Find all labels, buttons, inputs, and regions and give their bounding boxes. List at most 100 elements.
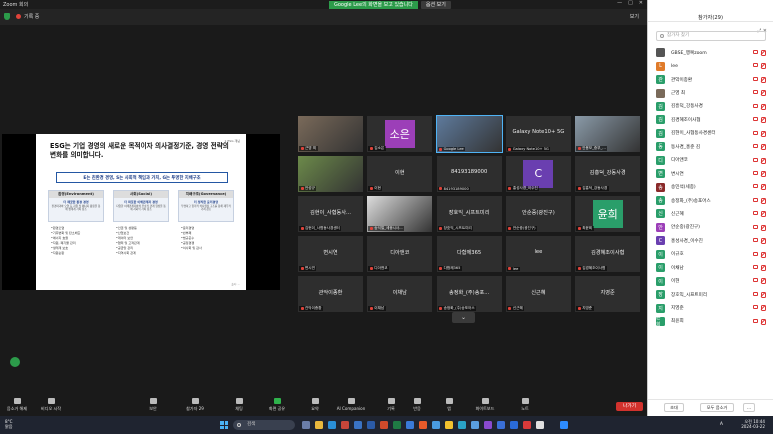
video-tile[interactable]: Galaxy Note10+ 5G Galaxy Note10+ 5G <box>505 116 571 152</box>
app-icon[interactable] <box>458 421 466 429</box>
participant-search-input[interactable]: 참가자 찾기 <box>656 31 766 41</box>
participant-row[interactable]: 관 관악이종환 <box>648 73 773 86</box>
video-tile[interactable]: C 홍성사경_이수진 <box>505 155 571 192</box>
app-icon[interactable] <box>484 421 492 429</box>
mic-muted-icon <box>508 226 512 230</box>
video-tile[interactable]: 안순중(광진구) 안순중(광진구) <box>505 195 571 232</box>
powerpoint-icon[interactable] <box>380 421 388 429</box>
app-icon[interactable] <box>523 421 531 429</box>
video-tile[interactable]: 장호익_시프트미리 장호익_시프트미리 <box>436 195 502 232</box>
participant-row[interactable]: 디 디아앤코 <box>648 154 773 167</box>
video-tile[interactable]: 김흥덕_강동사경 김흥덕_강동사경 <box>575 155 641 192</box>
weather-widget[interactable]: 8°C 맑음 <box>5 419 13 429</box>
participant-row[interactable]: 김 김경혜조이사협 <box>648 113 773 126</box>
app-icon[interactable] <box>536 421 544 429</box>
input-language[interactable]: A <box>720 422 723 427</box>
invite-button[interactable]: 초대 <box>664 403 684 412</box>
summary-button[interactable]: 요약 <box>298 398 332 412</box>
video-tile[interactable]: 관악이종환 관악이종환 <box>298 275 363 312</box>
chat-button[interactable]: 채팅 <box>222 398 256 412</box>
store-icon[interactable] <box>354 421 362 429</box>
video-button[interactable]: 비디오 시작 <box>34 398 68 412</box>
video-tile[interactable]: 디아앤코 디아앤코 <box>367 235 433 272</box>
participant-row[interactable]: 근영 최 <box>648 86 773 99</box>
reaction-button[interactable]: 반응 <box>400 398 434 412</box>
toolbar-label: 화이트보드 <box>475 406 495 411</box>
ai-button[interactable]: AI Companion <box>334 398 368 411</box>
grid-scroll-down-button[interactable]: ⌄ <box>452 312 475 323</box>
encryption-shield-icon[interactable] <box>4 13 10 20</box>
view-options-button[interactable]: 옵션 보기 <box>420 0 451 9</box>
participant-row[interactable]: Llee <box>648 59 773 72</box>
video-tile[interactable]: lee lee <box>505 235 571 272</box>
video-tile[interactable]: 신근혜 신근혜 <box>505 275 571 312</box>
taskbar-clock[interactable]: 오전 10:44 2024-03-22 <box>741 419 765 429</box>
shield-button[interactable]: 보안 <box>136 398 170 412</box>
apps-button[interactable]: 앱 <box>432 398 466 412</box>
video-tile[interactable]: 변시연 변시연 <box>298 235 363 272</box>
edge-icon[interactable] <box>328 421 336 429</box>
word-icon[interactable] <box>367 421 375 429</box>
windows-start-icon[interactable] <box>220 421 228 429</box>
participant-row[interactable]: C 홍성사경_이수진 <box>648 234 773 247</box>
maximize-icon[interactable]: □ <box>628 0 633 6</box>
video-tile[interactable]: 송석철_세종시사... <box>367 195 433 232</box>
participant-row[interactable]: 송 송정화_(주)송포어스 <box>648 194 773 207</box>
view-button[interactable]: 보기 <box>630 13 639 20</box>
participant-row[interactable]: 이 이규호 <box>648 248 773 261</box>
participant-row[interactable]: 지 지영준 <box>648 301 773 314</box>
app-icon[interactable] <box>510 421 518 429</box>
participant-row[interactable]: 이 이현 <box>648 274 773 287</box>
app-icon[interactable] <box>432 421 440 429</box>
video-tile[interactable]: 윤희 최윤희 <box>575 195 641 232</box>
video-tile[interactable]: 김현이_사협동사... 김현이_사협동사경센터 <box>298 195 363 232</box>
app-icon[interactable] <box>497 421 505 429</box>
leave-button[interactable]: 나가기 <box>616 402 643 411</box>
participant-row[interactable]: 김 김흥덕_강동사경 <box>648 100 773 113</box>
zoom-icon[interactable] <box>560 421 568 429</box>
video-tile[interactable]: 지영준 지영준 <box>575 275 641 312</box>
video-tile[interactable]: 이현 이현 <box>367 155 433 192</box>
mute-all-button[interactable]: 모두 음소거 <box>700 403 734 412</box>
chrome-icon[interactable] <box>445 421 453 429</box>
video-tile[interactable]: 안성규 <box>298 155 363 192</box>
participant-row[interactable]: 장 장호익_시프트미리 <box>648 288 773 301</box>
app-icon[interactable] <box>419 421 427 429</box>
minimize-icon[interactable]: — <box>617 0 622 6</box>
mic-button[interactable]: 음소거 해제 <box>0 398 34 412</box>
participant-row[interactable]: 동 동사경_홍준 김 <box>648 140 773 153</box>
video-tile[interactable]: 안용모_중부_... <box>575 116 641 152</box>
participants-button[interactable]: 참가자 29 <box>178 398 212 412</box>
excel-icon[interactable] <box>393 421 401 429</box>
participant-row[interactable]: 송 송민석(세종) <box>648 180 773 193</box>
video-tile[interactable]: Google Lee <box>435 115 503 153</box>
avatar: C <box>656 236 665 246</box>
video-tile[interactable]: 84193189000 84193189000 <box>436 155 502 192</box>
notes-button[interactable]: 노트 <box>508 398 542 412</box>
participant-row[interactable]: 안 안순중(광진구) <box>648 221 773 234</box>
task-view-icon[interactable] <box>302 421 310 429</box>
close-icon[interactable]: ✕ <box>639 0 643 6</box>
file-explorer-icon[interactable] <box>315 421 323 429</box>
video-tile[interactable]: 다함께365 다함께365 <box>436 235 502 272</box>
app-icon[interactable] <box>406 421 414 429</box>
participant-row[interactable]: 김 김현이_사협동사경센터 <box>648 127 773 140</box>
video-tile[interactable]: 이채남 이채남 <box>367 275 433 312</box>
whiteboard-button[interactable]: 화이트보드 <box>468 398 502 412</box>
participant-row[interactable]: GBSE_행복zoom <box>648 46 773 59</box>
app-icon[interactable] <box>471 421 479 429</box>
app-icon[interactable] <box>341 421 349 429</box>
taskbar-search-input[interactable]: 검색 <box>233 420 295 430</box>
video-tile[interactable]: 소은 김소은 <box>367 116 433 152</box>
more-button[interactable]: ... <box>743 403 755 412</box>
video-tile[interactable]: 근영 최 <box>298 116 363 152</box>
video-tile[interactable]: 김경혜조이사협 김경혜조이사협 <box>575 235 641 272</box>
share-button[interactable]: 화면 공유 <box>260 398 294 412</box>
participant-row[interactable]: 변 변시연 <box>648 167 773 180</box>
participant-row[interactable]: 이 이채남 <box>648 261 773 274</box>
floating-mic-icon[interactable] <box>10 357 20 367</box>
participant-row[interactable]: 윤희 최윤희 <box>648 315 773 328</box>
avatar <box>656 48 665 58</box>
participant-row[interactable]: 신 신근혜 <box>648 207 773 220</box>
video-tile[interactable]: 송정화_(주)송포... 송정화_(주)송포어스 <box>436 275 502 312</box>
